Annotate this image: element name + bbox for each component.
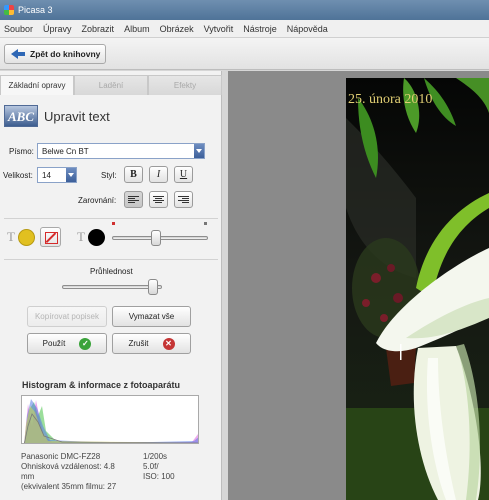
clear-all-button[interactable]: Vymazat vše xyxy=(112,306,191,327)
size-select[interactable]: 14 xyxy=(37,167,77,183)
style-label: Styl: xyxy=(101,171,117,180)
cancel-button[interactable]: Zrušit ✕ xyxy=(112,333,191,354)
outline-color-swatch[interactable] xyxy=(88,229,105,246)
transparency-label: Průhlednost xyxy=(90,267,133,276)
apply-button[interactable]: Použít ✓ xyxy=(27,333,107,354)
transparency-slider-thumb[interactable] xyxy=(148,279,159,295)
slider-max-tick xyxy=(204,222,207,225)
slider-min-tick xyxy=(112,222,115,225)
toolbar: Zpět do knihovny xyxy=(0,38,489,70)
histogram xyxy=(21,395,199,444)
no-fill-icon[interactable] xyxy=(40,227,61,247)
menu-album[interactable]: Album xyxy=(120,24,156,34)
menu-create[interactable]: Vytvořit xyxy=(200,24,240,34)
menu-help[interactable]: Nápověda xyxy=(283,24,334,34)
focal-length: Ohnisková vzdálenost: 4.8 xyxy=(21,462,115,471)
menu-edit[interactable]: Úpravy xyxy=(39,24,78,34)
align-right-icon xyxy=(178,196,189,203)
shutter-speed: 1/200s xyxy=(143,452,168,461)
text-tool-icon: ABC xyxy=(4,105,38,127)
aperture: 5.0f/ xyxy=(143,462,159,471)
chevron-down-icon[interactable] xyxy=(194,144,204,158)
size-label: Velikost: xyxy=(3,171,33,180)
align-right-button[interactable] xyxy=(174,191,193,208)
font-label: Písmo: xyxy=(9,147,34,156)
tab-tuning[interactable]: Ladění xyxy=(74,75,148,95)
iso: ISO: 100 xyxy=(143,472,175,481)
cancel-label: Zrušit xyxy=(128,339,149,348)
menu-bar: Soubor Úpravy Zobrazit Album Obrázek Vyt… xyxy=(0,20,489,38)
underline-button[interactable]: U xyxy=(174,166,193,183)
tab-effects[interactable]: Efekty xyxy=(148,75,222,95)
back-to-library-button[interactable]: Zpět do knihovny xyxy=(4,44,106,64)
edit-text-header: ABC Upravit text xyxy=(4,105,110,127)
text-outline-glyph: T xyxy=(77,229,85,244)
picasa-app-icon xyxy=(4,5,14,15)
menu-picture[interactable]: Obrázek xyxy=(156,24,200,34)
text-color-swatch[interactable] xyxy=(18,229,35,246)
align-center-button[interactable] xyxy=(149,191,168,208)
align-left-button[interactable] xyxy=(124,191,143,208)
tab-basic-fixes[interactable]: Základní opravy xyxy=(0,75,74,95)
histogram-title: Histogram & informace z fotoaparátu xyxy=(22,380,181,390)
size-select-value: 14 xyxy=(42,171,51,180)
divider xyxy=(4,259,218,260)
focal-unit: mm xyxy=(21,472,35,481)
text-fill-glyph: T xyxy=(7,229,15,244)
photo-caption[interactable]: 25. února 2010 xyxy=(348,92,432,108)
arrow-left-icon xyxy=(11,49,25,59)
copy-caption-button[interactable]: Kopírovat popisek xyxy=(27,306,107,327)
photo[interactable] xyxy=(346,78,489,500)
transparency-slider-track[interactable] xyxy=(62,285,162,289)
back-to-library-label: Zpět do knihovny xyxy=(30,49,101,59)
divider xyxy=(4,218,218,219)
font-select[interactable]: Belwe Cn BT xyxy=(37,143,205,159)
focal-equivalent: (ekvivalent 35mm filmu: 27 xyxy=(21,482,117,491)
outline-slider-thumb[interactable] xyxy=(150,230,161,246)
align-left-icon xyxy=(128,196,139,203)
chevron-down-icon[interactable] xyxy=(66,168,76,182)
edit-text-title: Upravit text xyxy=(44,108,110,124)
align-center-icon xyxy=(153,196,164,203)
window-title: Picasa 3 xyxy=(18,5,53,15)
align-label: Zarovnání: xyxy=(78,196,117,205)
apply-label: Použít xyxy=(42,339,66,348)
close-icon: ✕ xyxy=(162,337,175,350)
check-icon: ✓ xyxy=(79,337,92,350)
menu-file[interactable]: Soubor xyxy=(0,24,39,34)
menu-tools[interactable]: Nástroje xyxy=(239,24,283,34)
title-bar: Picasa 3 xyxy=(0,0,489,20)
italic-button[interactable]: I xyxy=(149,166,168,183)
bold-button[interactable]: B xyxy=(124,166,143,183)
flower-photo xyxy=(346,78,489,500)
histogram-graph xyxy=(24,399,198,443)
edit-tabs: Základní opravy Ladění Efekty xyxy=(0,75,222,95)
font-select-value: Belwe Cn BT xyxy=(42,147,89,156)
camera-model: Panasonic DMC-FZ28 xyxy=(21,452,101,461)
menu-view[interactable]: Zobrazit xyxy=(78,24,121,34)
